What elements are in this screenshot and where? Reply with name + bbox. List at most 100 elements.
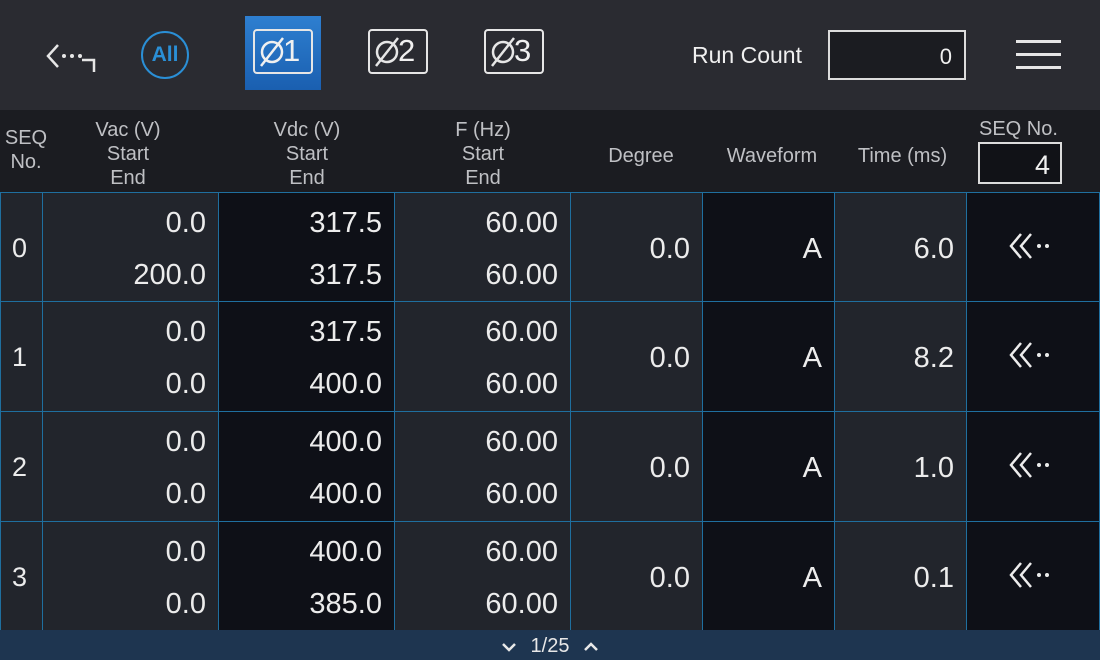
run-count-field[interactable]: 0 xyxy=(828,30,966,80)
time-cell[interactable]: 8.2 xyxy=(835,302,967,412)
vdc-end: 317.5 xyxy=(309,259,382,291)
degree-cell[interactable]: 0.0 xyxy=(571,192,703,302)
table-row: 1 0.0 0.0 317.5 400.0 60.00 60.00 0.0 A 8.2 xyxy=(0,302,1100,412)
time-cell[interactable]: 6.0 xyxy=(835,192,967,302)
phase-symbol-icon xyxy=(491,37,515,67)
freq-end: 60.00 xyxy=(485,588,558,620)
vac-end: 200.0 xyxy=(133,259,206,291)
freq-start: 60.00 xyxy=(485,536,558,568)
phase-symbol-icon xyxy=(260,37,284,67)
chevron-down-icon[interactable] xyxy=(501,641,517,653)
freq-cell[interactable]: 60.00 60.00 xyxy=(395,412,571,522)
header-freq: F (Hz) Start End xyxy=(395,118,571,190)
run-count-value: 0 xyxy=(939,44,952,69)
vac-end: 0.0 xyxy=(165,478,206,510)
double-chevron-left-icon xyxy=(1009,342,1049,368)
row-action-cell[interactable] xyxy=(967,302,1100,412)
degree-value: 0.0 xyxy=(649,562,690,594)
column-header: SEQ No. Vac (V) Start End Vdc (V) Start … xyxy=(0,110,1100,192)
time-cell[interactable]: 1.0 xyxy=(835,412,967,522)
chevron-up-icon[interactable] xyxy=(583,641,599,653)
degree-cell[interactable]: 0.0 xyxy=(571,522,703,632)
vdc-cell[interactable]: 317.5 317.5 xyxy=(219,192,395,302)
header-vdc-start: Start xyxy=(285,143,329,165)
waveform-value: A xyxy=(802,342,822,374)
pager: 1/25 xyxy=(0,635,1100,658)
vac-cell[interactable]: 0.0 0.0 xyxy=(43,522,219,632)
degree-value: 0.0 xyxy=(649,233,690,265)
waveform-cell[interactable]: A xyxy=(703,412,835,522)
seq-no-field[interactable]: 4 xyxy=(978,142,1062,184)
phase-2-button[interactable]: 2 xyxy=(368,29,428,74)
phase-3-button[interactable]: 3 xyxy=(484,29,544,74)
back-button[interactable] xyxy=(42,34,98,80)
vac-cell[interactable]: 0.0 0.0 xyxy=(43,412,219,522)
vdc-cell[interactable]: 400.0 385.0 xyxy=(219,522,395,632)
hamburger-menu-icon[interactable] xyxy=(1016,40,1061,70)
freq-start: 60.00 xyxy=(485,316,558,348)
row-action-cell[interactable] xyxy=(967,412,1100,522)
seq-number: 3 xyxy=(12,562,28,592)
table-row: 0 0.0 200.0 317.5 317.5 60.00 60.00 0.0 A 6… xyxy=(0,192,1100,302)
freq-end: 60.00 xyxy=(485,259,558,291)
top-toolbar: All 1 2 3 Run Count 0 xyxy=(0,0,1100,110)
seq-number: 0 xyxy=(12,233,28,263)
vdc-start: 317.5 xyxy=(309,207,382,239)
phase-1-label: 1 xyxy=(283,33,301,68)
vdc-end: 385.0 xyxy=(309,588,382,620)
waveform-cell[interactable]: A xyxy=(703,192,835,302)
degree-cell[interactable]: 0.0 xyxy=(571,302,703,412)
vac-cell[interactable]: 0.0 0.0 xyxy=(43,302,219,412)
vdc-cell[interactable]: 317.5 400.0 xyxy=(219,302,395,412)
pagination-bar: 1/25 xyxy=(0,630,1100,660)
header-freq-start: Start xyxy=(461,143,505,165)
vac-start: 0.0 xyxy=(165,316,206,348)
time-value: 1.0 xyxy=(913,452,954,484)
vac-start: 0.0 xyxy=(165,207,206,239)
header-vac: Vac (V) Start End xyxy=(43,118,213,190)
waveform-value: A xyxy=(802,562,822,594)
vdc-end: 400.0 xyxy=(309,368,382,400)
header-vac-end: End xyxy=(110,167,146,189)
table-row: 2 0.0 0.0 400.0 400.0 60.00 60.00 0.0 A 1.0 xyxy=(0,412,1100,522)
vac-cell[interactable]: 0.0 200.0 xyxy=(43,192,219,302)
run-count-label: Run Count xyxy=(692,42,802,68)
row-action-cell[interactable] xyxy=(967,192,1100,302)
freq-cell[interactable]: 60.00 60.00 xyxy=(395,302,571,412)
freq-cell[interactable]: 60.00 60.00 xyxy=(395,192,571,302)
freq-end: 60.00 xyxy=(485,368,558,400)
all-phases-button[interactable]: All xyxy=(141,31,189,79)
phase-3-label: 3 xyxy=(514,33,532,68)
phase-symbol-icon xyxy=(375,37,399,67)
freq-start: 60.00 xyxy=(485,207,558,239)
header-waveform: Waveform xyxy=(726,145,818,167)
waveform-cell[interactable]: A xyxy=(703,302,835,412)
header-vdc-title: Vdc (V) xyxy=(273,119,341,141)
seq-number: 1 xyxy=(12,342,28,372)
vdc-start: 400.0 xyxy=(309,536,382,568)
header-time: Time (ms) xyxy=(857,145,948,167)
degree-cell[interactable]: 0.0 xyxy=(571,412,703,522)
time-cell[interactable]: 0.1 xyxy=(835,522,967,632)
phase-1-button[interactable]: 1 xyxy=(253,29,313,74)
seq-cell[interactable]: 3 xyxy=(0,522,43,632)
row-action-cell[interactable] xyxy=(967,522,1100,632)
waveform-cell[interactable]: A xyxy=(703,522,835,632)
vdc-cell[interactable]: 400.0 400.0 xyxy=(219,412,395,522)
header-vac-title: Vac (V) xyxy=(95,119,161,141)
seq-no-value: 4 xyxy=(1034,150,1050,180)
waveform-value: A xyxy=(802,452,822,484)
back-arrow-icon xyxy=(46,44,96,72)
all-label: All xyxy=(151,43,179,66)
header-freq-title: F (Hz) xyxy=(455,119,511,141)
degree-value: 0.0 xyxy=(649,452,690,484)
seq-cell[interactable]: 0 xyxy=(0,192,43,302)
header-vac-start: Start xyxy=(106,143,150,165)
seq-no-label: SEQ No. xyxy=(979,118,1058,140)
freq-cell[interactable]: 60.00 60.00 xyxy=(395,522,571,632)
header-freq-end: End xyxy=(465,167,501,189)
time-value: 8.2 xyxy=(913,342,954,374)
vdc-start: 400.0 xyxy=(309,426,382,458)
seq-cell[interactable]: 2 xyxy=(0,412,43,522)
seq-cell[interactable]: 1 xyxy=(0,302,43,412)
